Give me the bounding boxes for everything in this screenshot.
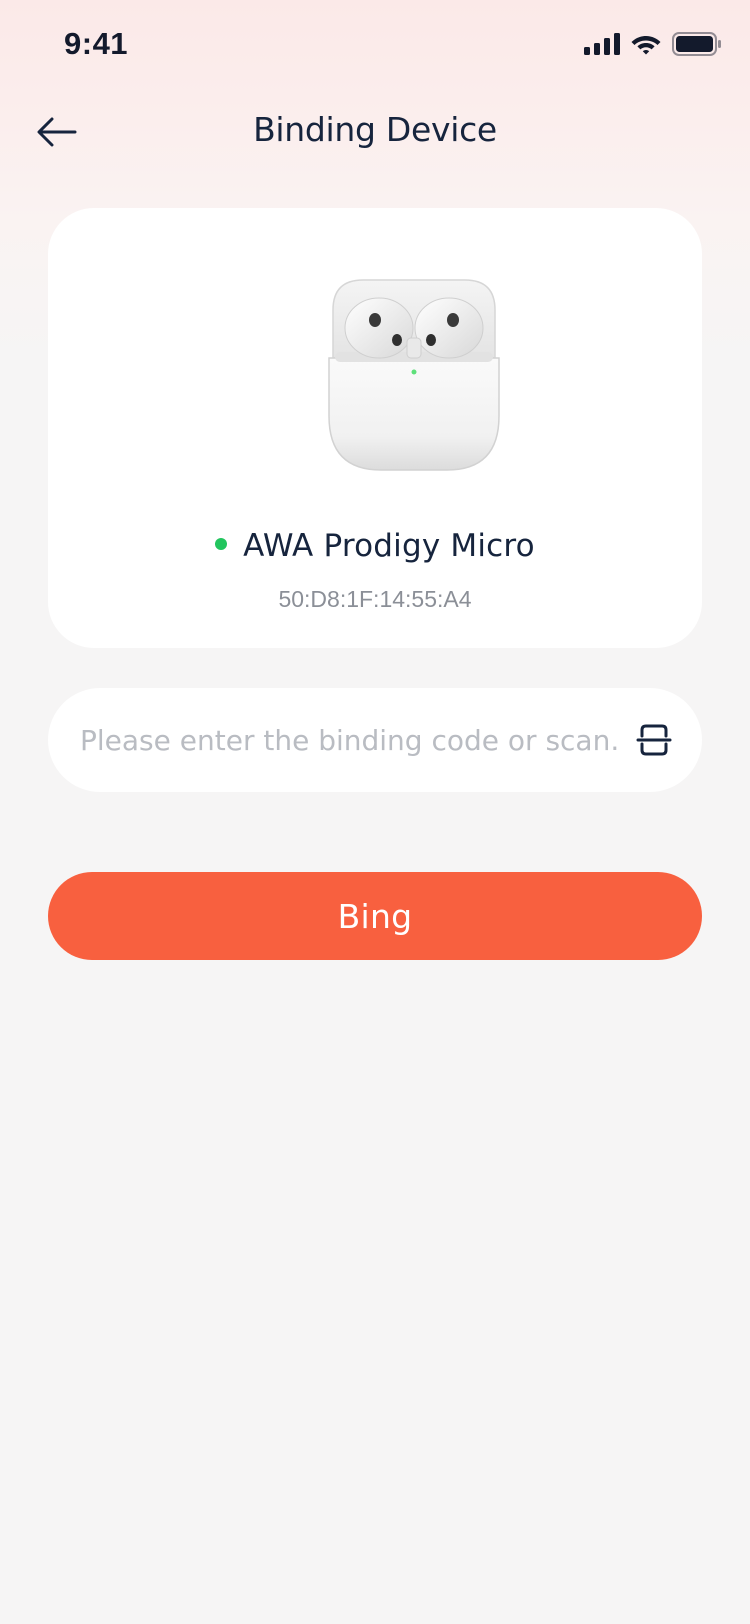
earbuds-case-image [328,279,500,471]
status-time: 9:41 [64,26,129,61]
scan-button[interactable] [636,722,672,758]
bind-button[interactable]: Bing [48,872,702,960]
connection-status-dot [215,538,228,550]
status-bar: 9:41 [0,0,750,92]
device-name: AWA Prodigy Micro [243,528,535,564]
battery-icon [672,32,721,56]
binding-code-input[interactable] [80,688,620,792]
device-name-row: AWA Prodigy Micro [48,528,702,564]
status-icons [584,32,722,56]
device-mac-address: 50:D8:1F:14:55:A4 [278,586,472,612]
nav-bar: Binding Device [0,92,750,172]
device-card: AWA Prodigy Micro 50:D8:1F:14:55:A4 [48,208,702,648]
scan-icon [636,724,672,756]
cellular-signal-icon [584,33,620,55]
wifi-icon [631,36,661,55]
binding-code-field [48,688,702,792]
page-title: Binding Device [253,110,497,149]
